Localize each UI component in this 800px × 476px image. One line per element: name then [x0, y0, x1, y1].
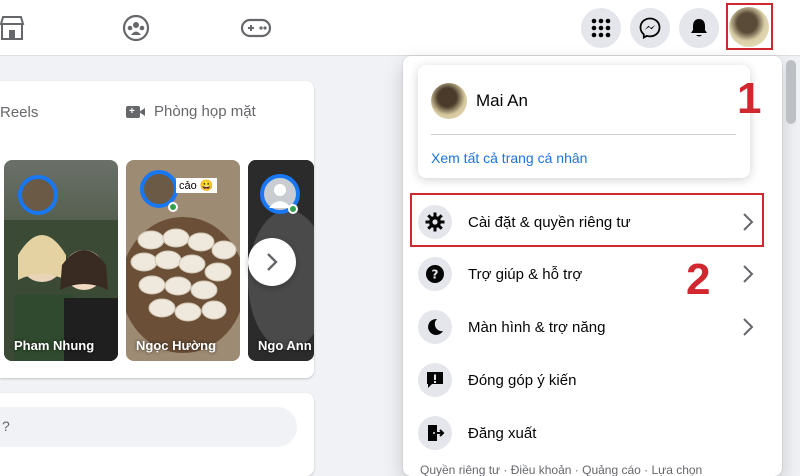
story-card[interactable]: cảo 😀 Ngọc Hường [126, 160, 240, 361]
notifications-button[interactable] [679, 8, 719, 48]
svg-text:?: ? [432, 268, 439, 282]
story-name: Pham Nhung [14, 338, 95, 353]
top-navigation-bar [0, 0, 800, 56]
view-all-profiles-link[interactable]: Xem tất cả trang cá nhân [431, 150, 587, 166]
tab-meeting-label: Phòng họp mặt [154, 103, 256, 120]
menu-item-display-accessibility[interactable]: Màn hình & trợ năng [418, 303, 758, 351]
feedback-icon [418, 363, 452, 397]
menu-grid-button[interactable] [581, 8, 621, 48]
menu-item-logout[interactable]: Đăng xuất [418, 409, 758, 457]
moon-icon [418, 310, 452, 344]
chevron-right-icon [743, 265, 754, 283]
tab-meeting-rooms[interactable]: + Phòng họp mặt [126, 103, 256, 120]
annotation-box-1 [726, 3, 773, 50]
profile-divider [431, 134, 736, 135]
menu-footer-links[interactable]: Quyền riêng tư · Điều khoản · Quảng cáo … [420, 463, 702, 476]
menu-item-label: Đóng góp ý kiến [468, 371, 577, 389]
annotation-box-2 [410, 193, 764, 247]
story-caption: cảo 😀 [176, 178, 217, 193]
chevron-right-icon [267, 253, 278, 271]
online-status-dot [168, 202, 178, 212]
story-card[interactable]: Pham Nhung [4, 160, 118, 361]
story-name: Ngo Ann [258, 338, 312, 353]
annotation-number-2: 2 [686, 255, 711, 304]
menu-item-label: Đăng xuất [468, 424, 537, 442]
gaming-icon[interactable] [240, 12, 272, 44]
story-avatar [18, 175, 58, 215]
chevron-right-icon [743, 318, 754, 336]
menu-item-label: Trợ giúp & hỗ trợ [468, 265, 583, 283]
annotation-number-1: 1 [737, 74, 762, 123]
stories-next-button[interactable] [248, 238, 296, 286]
menu-item-label: Màn hình & trợ năng [468, 318, 606, 336]
profile-avatar[interactable] [431, 83, 467, 119]
messenger-button[interactable] [630, 8, 670, 48]
menu-grid-icon [591, 18, 611, 38]
logout-icon [418, 416, 452, 450]
page-scrollbar[interactable] [786, 60, 796, 124]
help-icon: ? [418, 257, 452, 291]
groups-icon[interactable] [120, 12, 152, 44]
messenger-icon [639, 17, 661, 39]
video-camera-icon: + [126, 105, 146, 119]
create-post-input[interactable] [0, 407, 297, 447]
profile-name[interactable]: Mai An [476, 91, 528, 111]
create-post-placeholder: ? [2, 418, 10, 434]
online-status-dot [288, 204, 298, 214]
notifications-icon [691, 19, 707, 37]
tab-reels[interactable]: Reels [0, 104, 38, 121]
story-name: Ngọc Hường [136, 338, 217, 353]
marketplace-icon[interactable] [0, 12, 28, 44]
menu-item-give-feedback[interactable]: Đóng góp ý kiến [418, 356, 758, 404]
